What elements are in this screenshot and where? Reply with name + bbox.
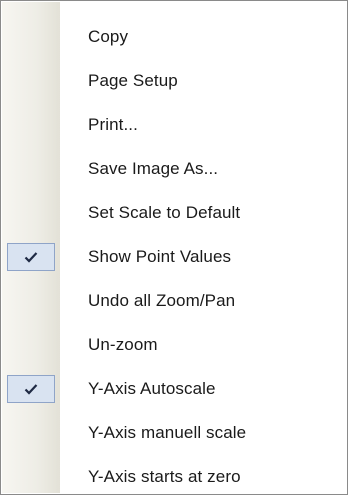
- check-indicator: [7, 375, 55, 403]
- menu-item-label: Show Point Values: [88, 247, 232, 266]
- menu-item-y-axis-autoscale[interactable]: Y-Axis Autoscale: [2, 367, 346, 411]
- menu-item-y-axis-starts-zero[interactable]: Y-Axis starts at zero: [2, 455, 346, 499]
- menu-item-label: Copy: [88, 27, 129, 46]
- context-menu: Copy Page Setup Print... Save Image As..…: [0, 0, 348, 495]
- check-indicator: [7, 243, 55, 271]
- menu-item-un-zoom[interactable]: Un-zoom: [2, 323, 346, 367]
- menu-item-set-scale-default[interactable]: Set Scale to Default: [2, 191, 346, 235]
- menu-item-page-setup[interactable]: Page Setup: [2, 59, 346, 103]
- menu-item-copy[interactable]: Copy: [2, 15, 346, 59]
- menu-item-label: Y-Axis manuell scale: [88, 423, 247, 442]
- menu-item-label: Print...: [88, 115, 138, 134]
- menu-item-show-point-values[interactable]: Show Point Values: [2, 235, 346, 279]
- menu-item-label: Page Setup: [88, 71, 178, 90]
- menu-item-label: Undo all Zoom/Pan: [88, 291, 236, 310]
- menu-item-label: Un-zoom: [88, 335, 158, 354]
- menu-item-save-image-as[interactable]: Save Image As...: [2, 147, 346, 191]
- menu-items: Copy Page Setup Print... Save Image As..…: [2, 15, 346, 499]
- menu-item-label: Y-Axis Autoscale: [88, 379, 216, 398]
- menu-item-label: Save Image As...: [88, 159, 219, 178]
- checkmark-icon: [24, 252, 38, 263]
- menu-item-label: Y-Axis starts at zero: [88, 467, 241, 486]
- menu-item-undo-zoom-pan[interactable]: Undo all Zoom/Pan: [2, 279, 346, 323]
- checkmark-icon: [24, 384, 38, 395]
- menu-item-label: Set Scale to Default: [88, 203, 241, 222]
- menu-item-y-axis-manual-scale[interactable]: Y-Axis manuell scale: [2, 411, 346, 455]
- menu-item-print[interactable]: Print...: [2, 103, 346, 147]
